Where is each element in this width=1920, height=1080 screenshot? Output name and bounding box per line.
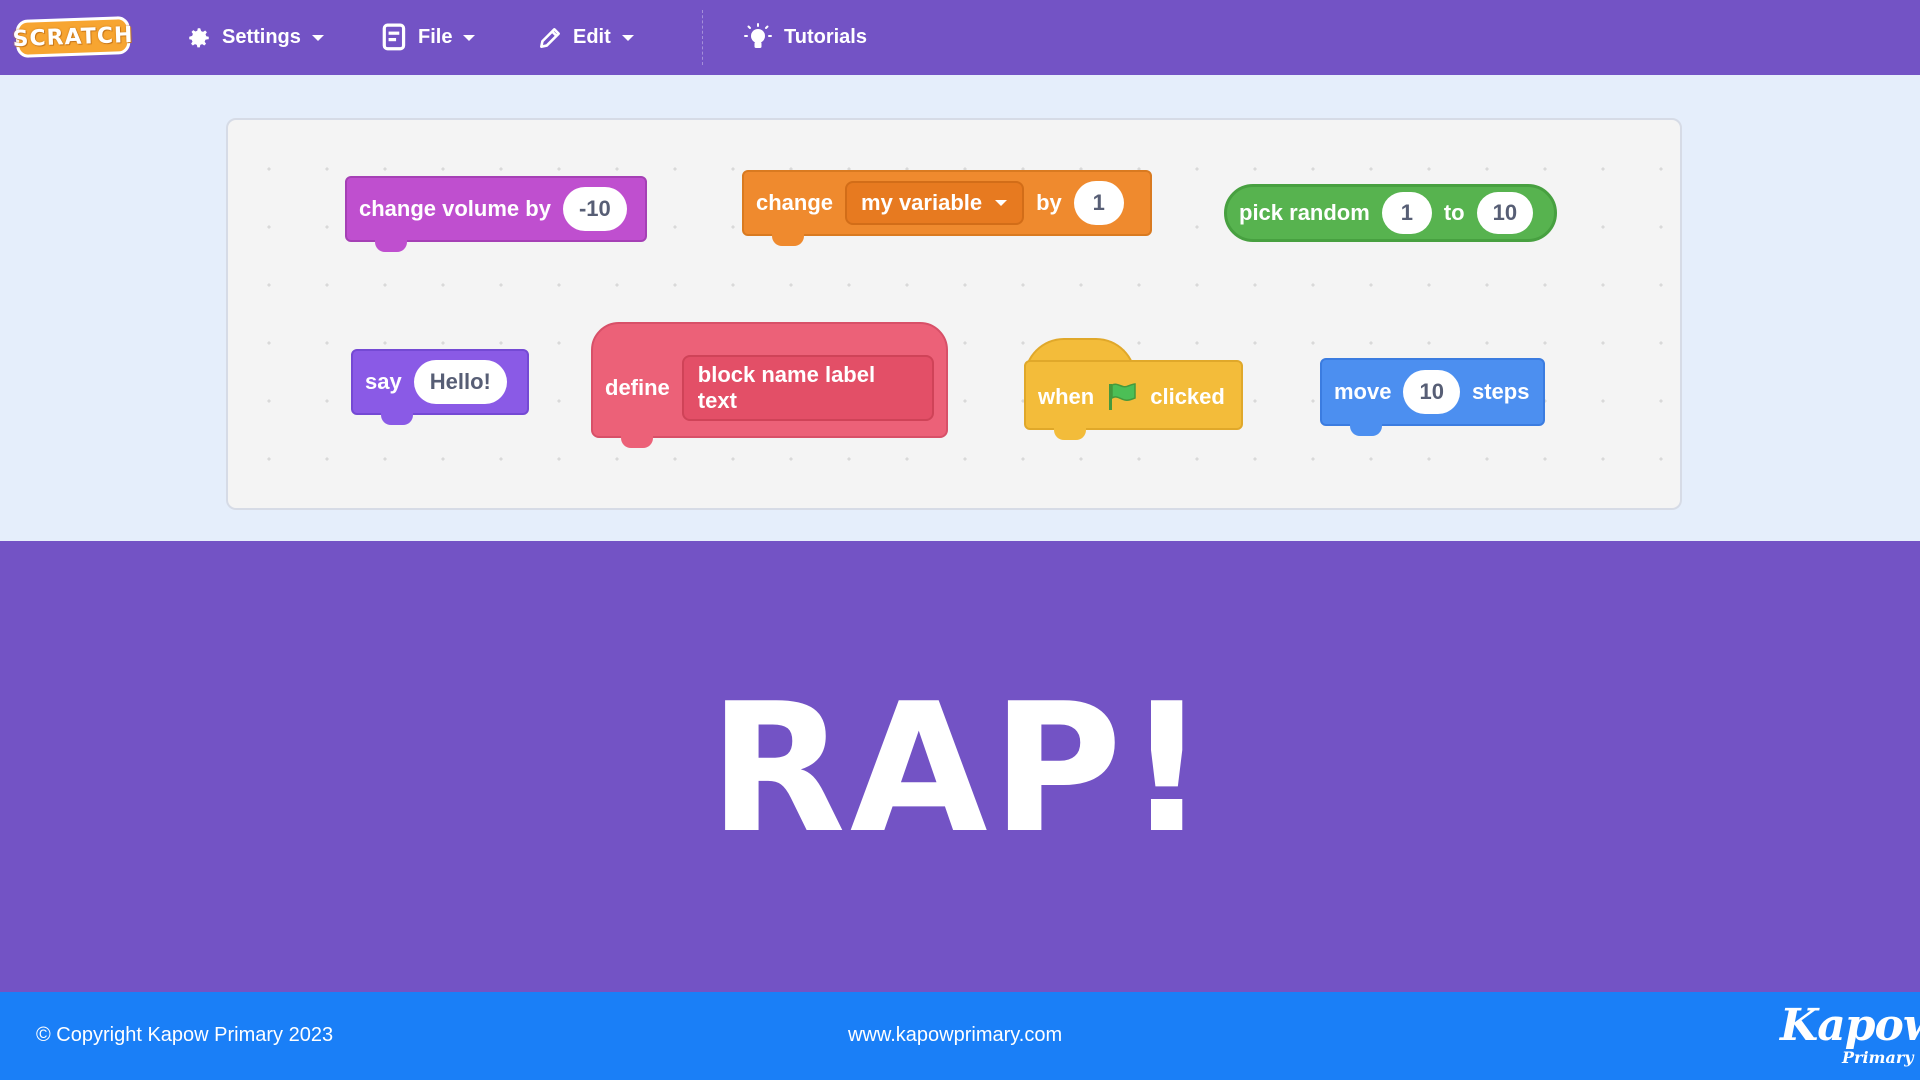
pick-random-block[interactable]: pick random 1 to 10 (1224, 184, 1557, 242)
menu-divider (702, 10, 703, 65)
custom-block-prototype[interactable]: block name label text (681, 355, 934, 421)
tutorials-label: Tutorials (784, 26, 867, 48)
settings-menu[interactable]: Settings (186, 0, 325, 75)
website-link[interactable]: www.kapowprimary.com (848, 1024, 1062, 1047)
block-label: change (756, 190, 834, 215)
scratch-logo[interactable]: SCRATCH (12, 16, 134, 58)
variable-dropdown[interactable]: my variable (845, 181, 1025, 225)
edit-menu[interactable]: Edit (537, 0, 635, 75)
hero-title: RAP! (708, 665, 1212, 872)
gear-icon (189, 27, 209, 47)
block-label: define (605, 375, 670, 400)
logo-text: SCRATCH (12, 22, 134, 52)
lightbulb-icon (744, 22, 772, 48)
variable-name: my variable (861, 190, 983, 215)
settings-label: Settings (222, 26, 301, 48)
change-value-input[interactable]: 1 (1073, 181, 1124, 225)
say-input[interactable]: Hello! (413, 360, 507, 404)
block-label: by (1036, 190, 1062, 215)
say-block[interactable]: say Hello! (351, 349, 529, 425)
brand-sub: Primary (1842, 1048, 1914, 1067)
chevron-down-icon (995, 200, 1008, 206)
block-label: pick random (1239, 200, 1370, 225)
edit-label: Edit (573, 26, 611, 48)
block-label: say (365, 369, 402, 394)
block-label: change volume by (359, 196, 551, 221)
kapow-logo: Kapow Primary (1778, 998, 1920, 1074)
hero-section: RAP! (0, 541, 1920, 992)
tutorials-menu[interactable]: Tutorials (742, 0, 867, 75)
block-label: when (1038, 384, 1095, 409)
when-flag-clicked-block[interactable]: when clicked (1024, 360, 1243, 440)
move-steps-block[interactable]: move 10 steps (1320, 358, 1545, 436)
file-icon (382, 23, 406, 50)
copyright-text: © Copyright Kapow Primary 2023 (36, 1024, 334, 1046)
random-to-input[interactable]: 10 (1476, 192, 1534, 234)
block-label: steps (1471, 379, 1530, 404)
file-menu[interactable]: File (382, 0, 476, 75)
footer: © Copyright Kapow Primary 2023 www.kapow… (0, 992, 1920, 1080)
change-variable-block[interactable]: change my variable by 1 (742, 170, 1152, 246)
block-label: to (1443, 200, 1465, 225)
block-label: clicked (1150, 384, 1225, 409)
chevron-down-icon (621, 34, 634, 41)
steps-input[interactable]: 10 (1403, 370, 1460, 414)
random-from-input[interactable]: 1 (1381, 192, 1432, 234)
chevron-down-icon (463, 34, 476, 41)
block-label: move (1334, 379, 1392, 404)
change-volume-block[interactable]: change volume by -10 (345, 176, 647, 252)
pencil-icon (540, 27, 560, 48)
brand-main: Kapow (1780, 1000, 1920, 1051)
file-label: File (418, 26, 453, 48)
define-block[interactable]: define block name label text (591, 322, 948, 448)
chevron-down-icon (311, 34, 324, 41)
menu-bar: SCRATCH Settings File Edit Tutorials (0, 0, 1920, 75)
volume-input[interactable]: -10 (562, 187, 627, 231)
flag-icon (1109, 383, 1136, 410)
